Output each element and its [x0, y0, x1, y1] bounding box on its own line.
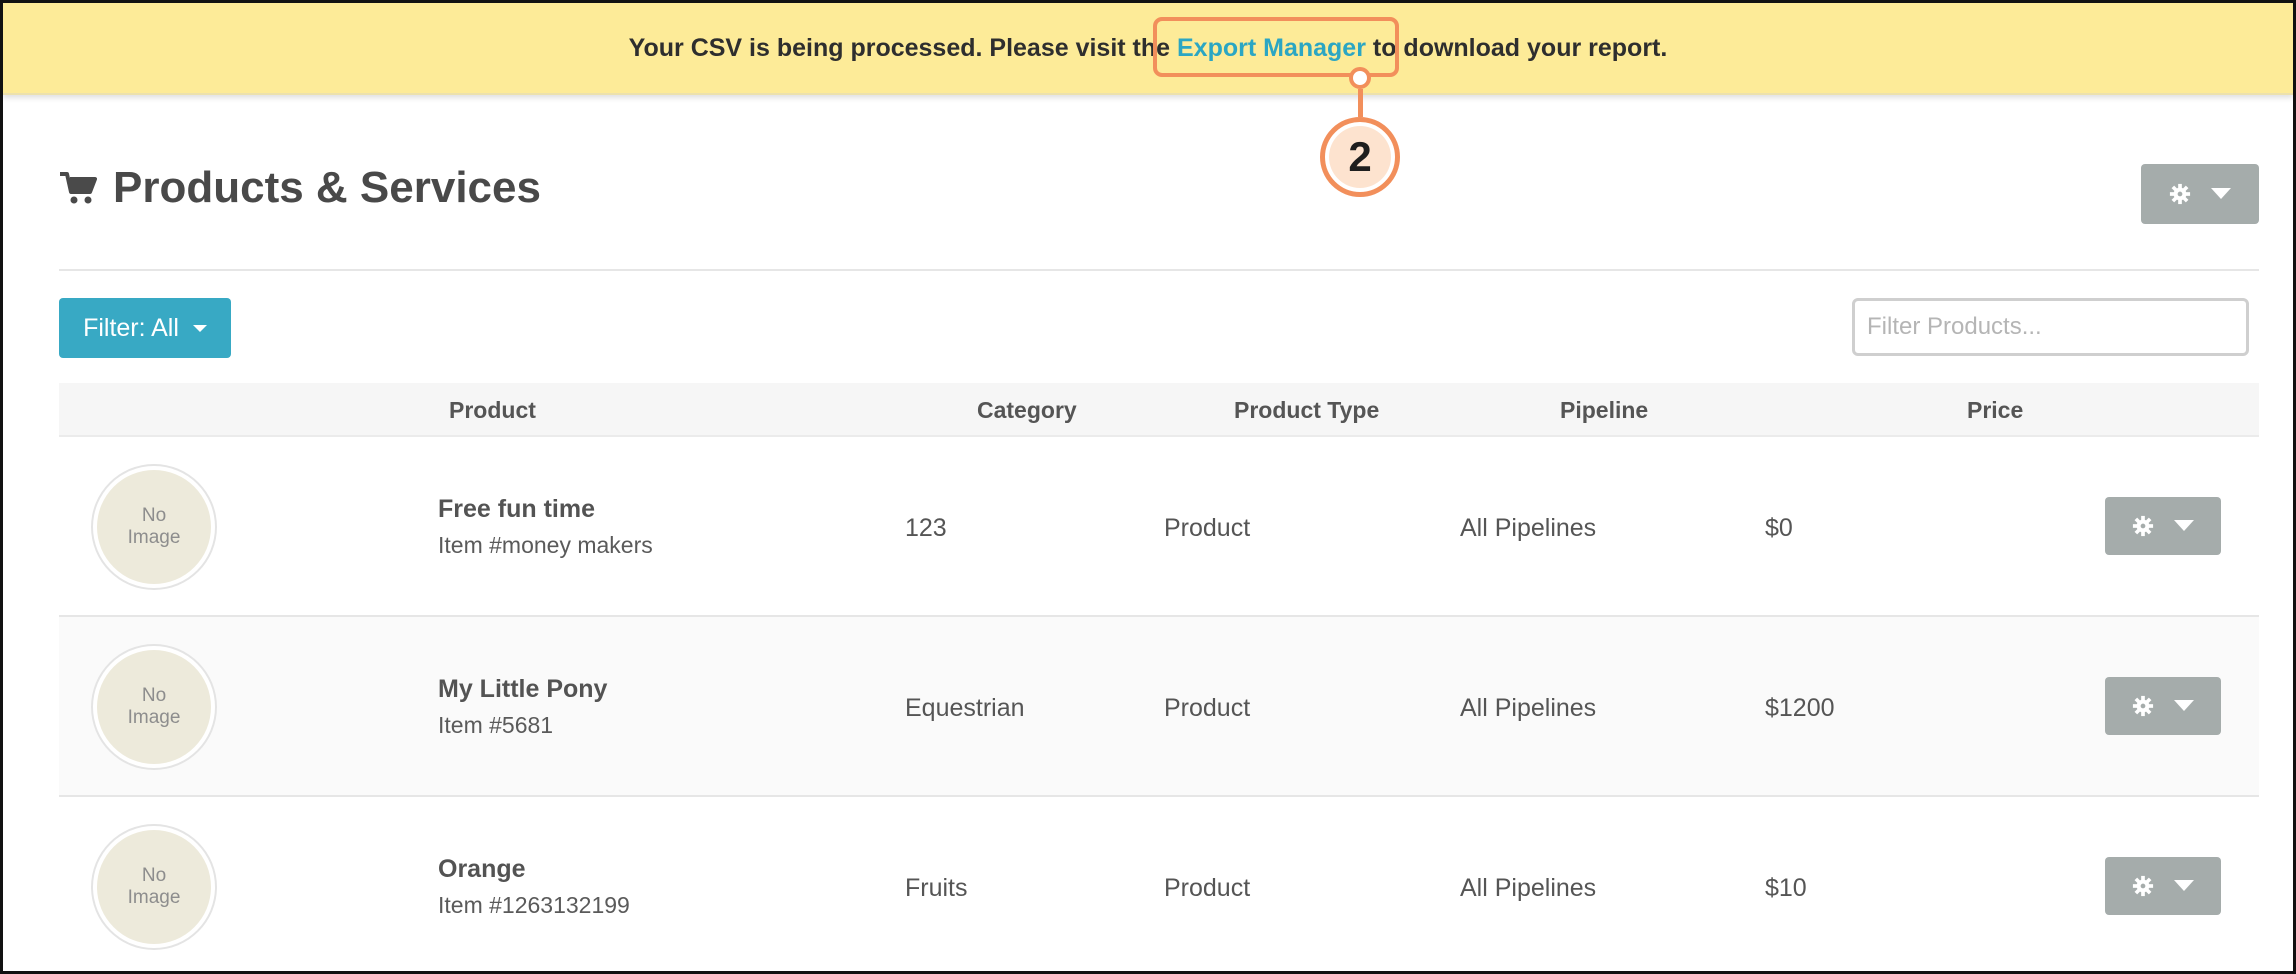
product-category: 123	[905, 514, 947, 542]
callout-connector-line	[1358, 89, 1363, 117]
gear-icon	[2169, 183, 2191, 205]
row-settings-button[interactable]	[2105, 857, 2221, 915]
product-type: Product	[1164, 514, 1251, 542]
filter-dropdown-button[interactable]: Filter: All	[59, 298, 231, 358]
column-header-category[interactable]: Category	[977, 397, 1077, 424]
product-image-placeholder: No Image	[97, 830, 211, 944]
column-header-pipeline[interactable]: Pipeline	[1560, 397, 1648, 424]
table-row: No Image Orange Item #1263132199 Fruits …	[59, 797, 2259, 971]
caret-down-icon	[2174, 520, 2194, 531]
caret-down-icon	[192, 324, 207, 332]
row-settings-button[interactable]	[2105, 677, 2221, 735]
csv-processing-banner: Your CSV is being processed. Please visi…	[3, 3, 2293, 95]
cart-icon	[60, 172, 97, 204]
table-header: Product Category Product Type Pipeline P…	[59, 383, 2259, 437]
product-image-placeholder: No Image	[97, 650, 211, 764]
row-settings-button[interactable]	[2105, 497, 2221, 555]
product-price: $1200	[1765, 694, 1835, 722]
product-item-number: Item #money makers	[438, 532, 653, 558]
product-price: $0	[1765, 514, 1793, 542]
page-header: Products & Services	[59, 163, 541, 213]
column-header-product-type[interactable]: Product Type	[1234, 397, 1379, 424]
placeholder-text: No	[141, 865, 167, 887]
caret-down-icon	[2211, 188, 2231, 199]
callout-step-badge: 2	[1320, 117, 1400, 197]
placeholder-text: Image	[127, 707, 181, 728]
page-title: Products & Services	[113, 163, 541, 212]
product-category: Equestrian	[905, 694, 1025, 722]
column-header-price[interactable]: Price	[1967, 397, 2023, 424]
caret-down-icon	[2174, 880, 2194, 891]
gear-icon	[2132, 515, 2154, 537]
banner-text-before: Your CSV is being processed. Please visi…	[628, 33, 1177, 62]
product-name: Free fun time	[438, 495, 595, 523]
product-price: $10	[1765, 874, 1807, 902]
filter-products-input[interactable]	[1852, 298, 2249, 356]
gear-icon	[2132, 695, 2154, 717]
product-pipeline: All Pipelines	[1460, 874, 1597, 902]
column-header-product[interactable]: Product	[449, 397, 536, 424]
filter-button-label: Filter: All	[83, 313, 179, 342]
banner-text-after: to download your report.	[1365, 33, 1668, 62]
table-row: No Image My Little Pony Item #5681 Eques…	[59, 617, 2259, 797]
gear-icon	[2132, 875, 2154, 897]
product-pipeline: All Pipelines	[1460, 694, 1597, 722]
placeholder-text: Image	[127, 527, 181, 548]
product-name: Orange	[438, 855, 526, 883]
page-settings-button[interactable]	[2141, 164, 2259, 224]
placeholder-text: No	[141, 685, 167, 707]
product-item-number: Item #5681	[438, 712, 554, 738]
product-image-placeholder: No Image	[97, 470, 211, 584]
app-frame: Your CSV is being processed. Please visi…	[0, 0, 2296, 974]
product-item-number: Item #1263132199	[438, 892, 630, 918]
product-name: My Little Pony	[438, 675, 608, 703]
product-type: Product	[1164, 874, 1251, 902]
placeholder-text: Image	[127, 887, 181, 908]
product-category: Fruits	[905, 874, 968, 902]
placeholder-text: No	[141, 505, 167, 527]
product-type: Product	[1164, 694, 1251, 722]
header-divider	[59, 269, 2259, 271]
callout-connector-dot	[1349, 67, 1371, 89]
caret-down-icon	[2174, 700, 2194, 711]
product-pipeline: All Pipelines	[1460, 514, 1597, 542]
table-row: No Image Free fun time Item #money maker…	[59, 437, 2259, 617]
